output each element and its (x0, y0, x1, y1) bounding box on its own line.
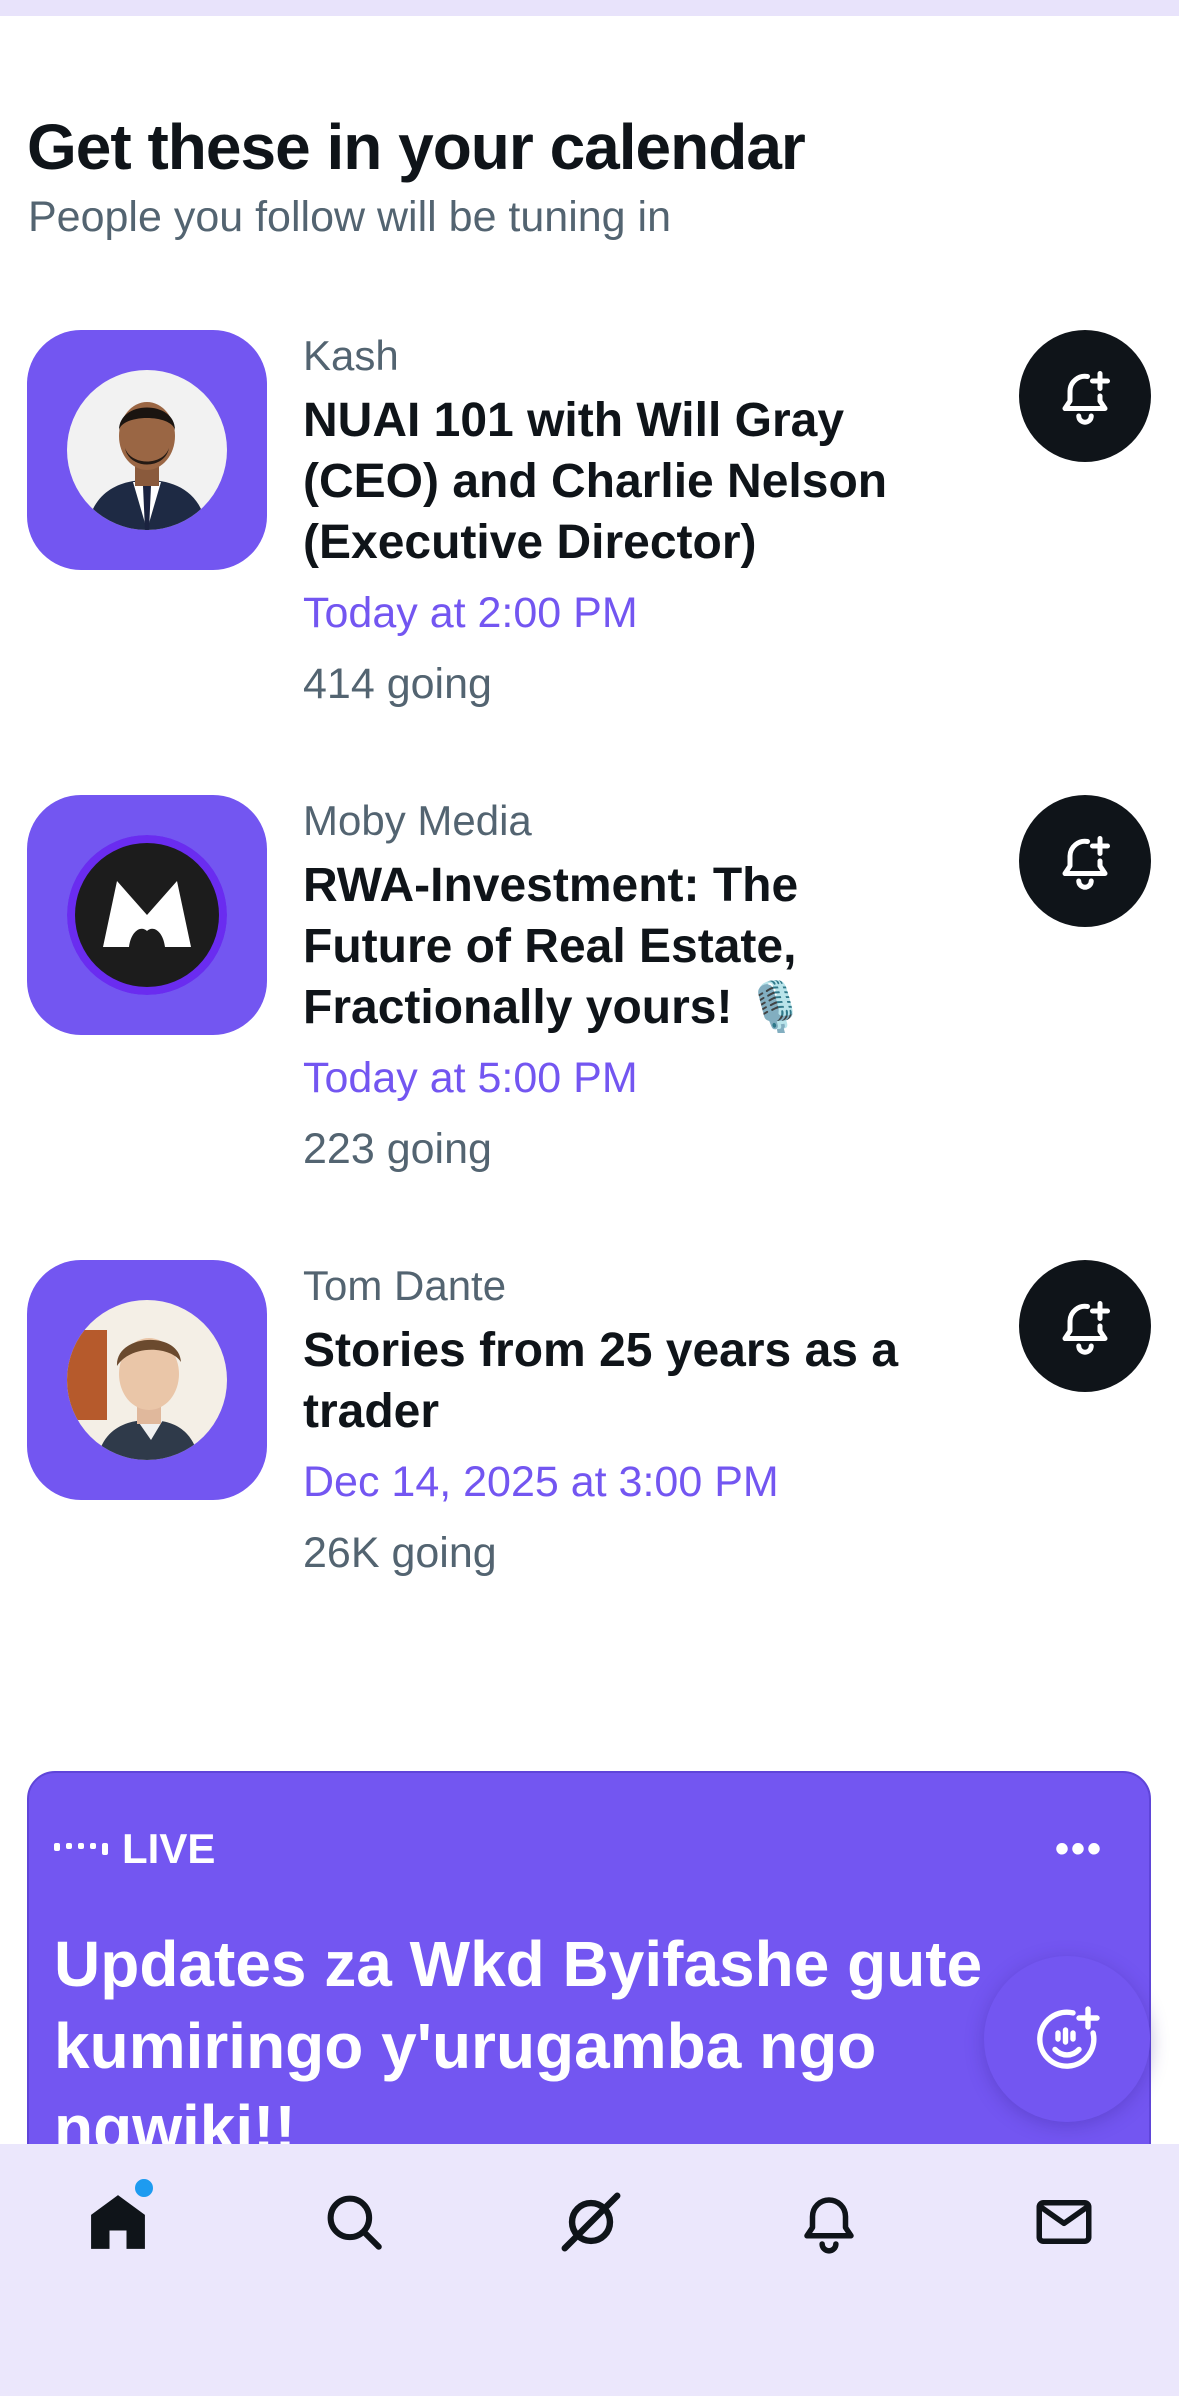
event-card[interactable]: Kash NUAI 101 with Will Gray (CEO) and C… (0, 330, 1179, 750)
section-title: Get these in your calendar (27, 111, 806, 183)
event-cover[interactable] (27, 795, 267, 1035)
notification-dot (132, 2176, 156, 2200)
host-avatar (67, 835, 227, 995)
grok-icon (561, 2192, 621, 2252)
event-title[interactable]: RWA-Investment: The Future of Real Estat… (303, 855, 943, 1038)
event-title[interactable]: Stories from 25 years as a trader (303, 1320, 943, 1442)
live-badge: LIVE (54, 1825, 215, 1873)
set-reminder-button[interactable] (1019, 795, 1151, 927)
bottom-navigation (0, 2144, 1179, 2396)
event-cover[interactable] (27, 1260, 267, 1500)
host-avatar (67, 370, 227, 530)
nav-notifications[interactable] (789, 2182, 869, 2262)
live-space-title[interactable]: Updates za Wkd Byifashe gute kumiringo y… (54, 1923, 1114, 2169)
nav-search[interactable] (314, 2182, 394, 2262)
create-space-button[interactable] (984, 1956, 1150, 2122)
host-name[interactable]: Tom Dante (303, 1262, 943, 1310)
nav-messages[interactable] (1024, 2182, 1104, 2262)
search-icon (327, 2195, 382, 2250)
more-options-button[interactable]: ••• (1055, 1827, 1103, 1872)
set-reminder-button[interactable] (1019, 1260, 1151, 1392)
event-going-count: 26K going (303, 1529, 497, 1577)
envelope-icon (1036, 2200, 1092, 2244)
audio-wave-icon (54, 1843, 108, 1855)
bell-plus-icon (1062, 836, 1110, 890)
host-avatar (67, 1300, 227, 1460)
bell-plus-icon (1062, 1301, 1110, 1355)
event-cover[interactable] (27, 330, 267, 570)
event-time: Dec 14, 2025 at 3:00 PM (303, 1458, 779, 1506)
event-going-count: 414 going (303, 660, 492, 708)
nav-grok[interactable] (551, 2182, 631, 2262)
top-strip (0, 0, 1179, 16)
event-title[interactable]: NUAI 101 with Will Gray (CEO) and Charli… (303, 390, 943, 573)
spaces-plus-icon (1037, 2006, 1100, 2069)
event-time: Today at 2:00 PM (303, 589, 638, 637)
bell-icon (804, 2197, 854, 2254)
event-going-count: 223 going (303, 1125, 492, 1173)
host-name[interactable]: Kash (303, 332, 943, 380)
set-reminder-button[interactable] (1019, 330, 1151, 462)
event-card[interactable]: Moby Media RWA-Investment: The Future of… (0, 795, 1179, 1215)
bell-plus-icon (1062, 371, 1110, 425)
event-time: Today at 5:00 PM (303, 1054, 638, 1102)
event-card[interactable]: Tom Dante Stories from 25 years as a tra… (0, 1260, 1179, 1680)
host-name[interactable]: Moby Media (303, 797, 943, 845)
live-label: LIVE (122, 1825, 216, 1872)
section-subtitle: People you follow will be tuning in (28, 193, 672, 241)
